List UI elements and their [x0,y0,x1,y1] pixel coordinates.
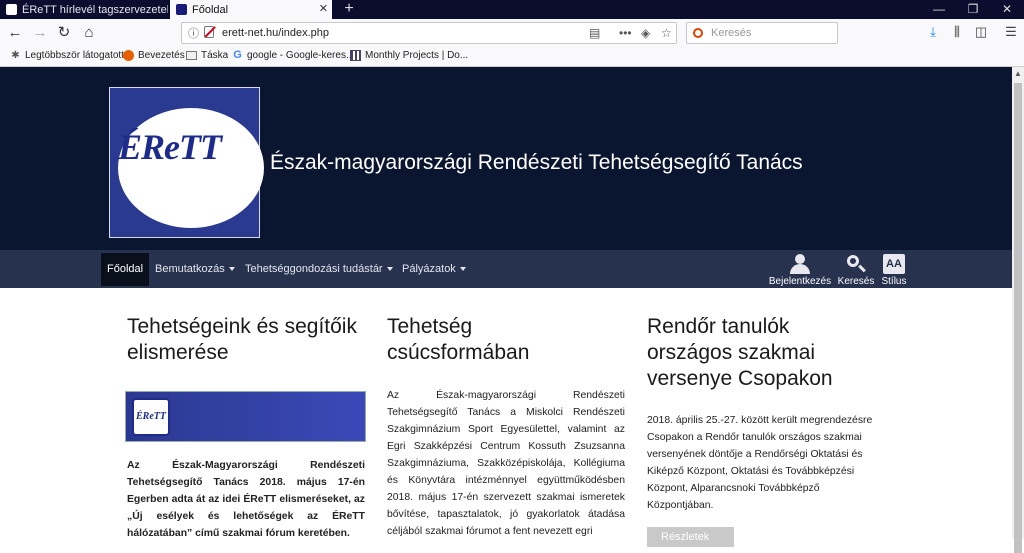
style-label: Stílus [881,276,907,287]
back-arrow-icon[interactable]: ← [4,23,26,43]
minimize-icon[interactable]: — [922,0,956,19]
bookmark-label: google - Google-keres... [247,50,355,61]
bookmark-label: Táska [201,50,229,61]
tab-label: ÉReTT hírlevél tagszervezeteknek [22,3,168,16]
caret-down-icon [459,267,466,272]
scroll-thumb[interactable] [1014,83,1022,553]
tab-favicon [176,4,187,15]
firefox-icon [123,50,134,61]
restore-icon[interactable]: ❐ [956,0,990,19]
menu-item-fooldal[interactable]: Főoldal [101,253,150,286]
home-icon[interactable]: ⌂ [78,23,100,43]
pocket-icon[interactable]: ◈ [641,26,650,40]
article-title-3[interactable]: Rendőr tanulók országos szakmai versenye… [647,314,867,392]
bookmark-most-visited[interactable]: ✱ Legtöbbször látogatott [10,50,124,61]
download-icon[interactable]: ⤓ [924,24,942,40]
search-label: Keresés [837,276,875,287]
article-body-1: Az Észak-Magyarországi Rendészeti Tehets… [127,460,365,539]
login-label: Bejelentkezés [768,276,832,287]
article-body-2: Az Észak-magyarországi Rendészeti Tehets… [387,390,625,537]
insecure-lock-icon[interactable] [204,26,214,38]
font-size-icon: AA [883,254,905,274]
menu-item-palyazatok[interactable]: Pályázatok [402,253,466,286]
reader-view-icon[interactable]: ▤ [589,26,600,40]
article-title-1[interactable]: Tehetségeink és segítőik elismerése [127,314,372,366]
info-icon[interactable]: ⓘ [188,25,199,41]
search-button[interactable]: Keresés [836,254,876,287]
hamburger-menu-icon[interactable]: ☰ [1002,24,1020,40]
menu-label: Bemutatkozás [155,263,225,275]
user-icon [789,254,811,274]
logo-text: ÉReTT [118,127,222,167]
search-engine-icon [693,28,703,38]
google-icon: G [233,49,242,61]
bookmark-label: Monthly Projects | Do... [365,50,469,61]
reload-icon[interactable]: ↻ [53,23,75,43]
url-bar[interactable]: ⓘ erett-net.hu/index.php ▤ ••• ◈ ☆ [181,22,677,44]
bookmark-monthly-projects[interactable]: Monthly Projects | Do... [350,50,468,61]
forward-arrow-icon[interactable]: → [29,23,51,43]
more-actions-icon[interactable]: ••• [619,26,632,40]
close-icon[interactable]: ✕ [319,2,328,15]
gear-icon: ✱ [11,50,20,61]
bookmark-label: Legtöbbször látogatott [25,50,124,61]
site-title: Észak-magyarországi Rendészeti Tehetségs… [270,151,803,174]
menu-label: Főoldal [107,263,144,275]
login-button[interactable]: Bejelentkezés [768,254,832,287]
details-button[interactable]: Részletek [647,527,734,547]
menu-label: Tehetséggondozási tudástár [245,263,383,275]
menu-item-bemutatkozas[interactable]: Bemutatkozás [155,253,235,286]
folder-icon [186,51,197,60]
scroll-up-arrow-icon[interactable]: ▲ [1012,67,1024,81]
article-banner-1[interactable]: ÉReTT [125,391,366,442]
library-icon[interactable]: ⫼ [948,24,966,40]
caret-down-icon [228,267,235,272]
menu-label: Pályázatok [402,263,456,275]
tab-label: Főoldal [192,3,229,16]
bookmark-label: Bevezetés [138,50,185,61]
article-title-2[interactable]: Tehetség csúcsformában [387,314,587,366]
bookmark-taska[interactable]: Táska [186,50,228,61]
search-placeholder: Keresés [711,27,752,39]
bookmark-star-icon[interactable]: ☆ [661,26,672,40]
tab-newsletter[interactable]: ÉReTT hírlevél tagszervezeteknek [0,0,168,19]
menu-item-tudastar[interactable]: Tehetséggondozási tudástár [245,253,393,286]
style-button[interactable]: AA Stílus [878,254,910,287]
url-text[interactable]: erett-net.hu/index.php [222,27,329,39]
bookmark-bevezetes[interactable]: Bevezetés [123,50,185,61]
tab-favicon [6,4,17,15]
window-close-icon[interactable]: ✕ [990,0,1024,19]
caret-down-icon [386,267,393,272]
article-body-3: 2018. április 25.-27. között került megr… [647,415,873,511]
grid-icon [350,50,361,61]
page-scrollbar[interactable]: ▲ [1012,67,1024,553]
browser-tab-bar: ÉReTT hírlevél tagszervezeteknek Főoldal… [0,0,1024,19]
sidebar-icon[interactable]: ◫ [972,24,990,40]
bookmark-google[interactable]: G google - Google-keres... [232,49,355,62]
banner-logo: ÉReTT [132,398,170,436]
site-logo[interactable]: ÉReTT [109,87,264,238]
new-tab-plus-icon[interactable]: + [340,0,358,19]
bookmarks-toolbar: ✱ Legtöbbször látogatott Bevezetés Táska… [0,47,1024,67]
search-input[interactable]: Keresés [686,22,838,44]
tab-fooldal[interactable]: Főoldal ✕ [170,0,332,19]
magnifier-icon [845,254,867,274]
